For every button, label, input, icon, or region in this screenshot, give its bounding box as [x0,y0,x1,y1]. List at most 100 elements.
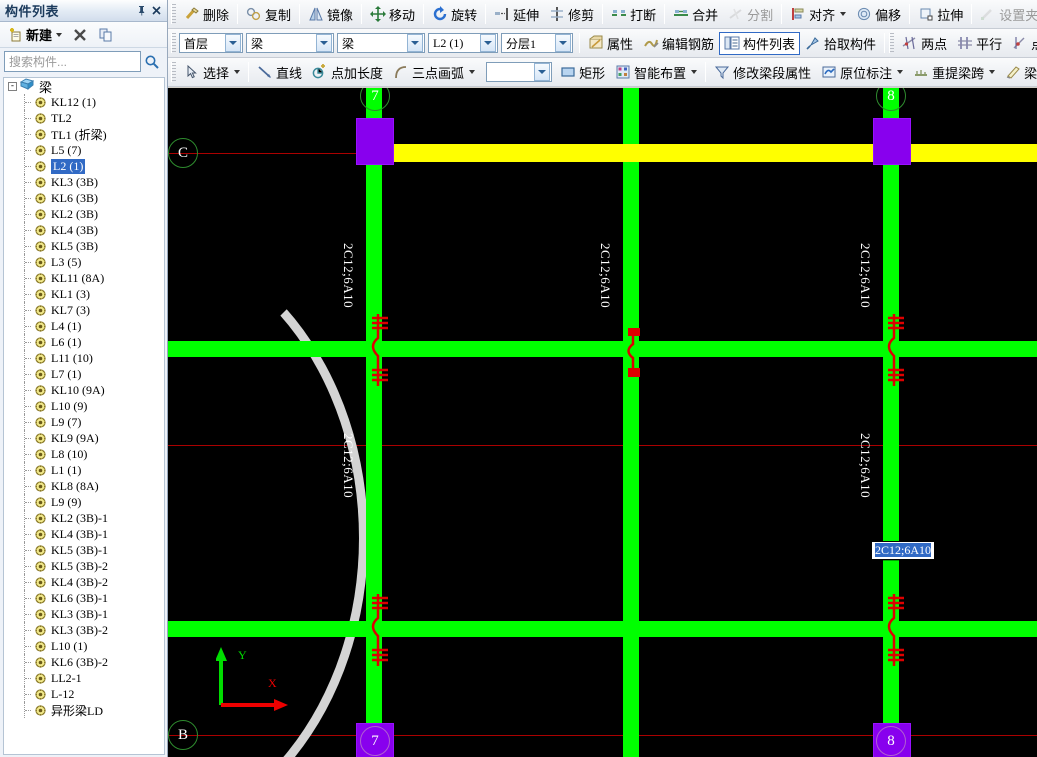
tree-item[interactable]: KL5 (3B) [4,238,164,254]
beam-annotation[interactable]: 2C12;6A10 [857,433,873,498]
grid-bubble-8-top[interactable]: 8 [876,88,906,111]
tree-item[interactable]: KL4 (3B) [4,222,164,238]
tree-item[interactable]: KL8 (8A) [4,478,164,494]
toolbar-button-member-list[interactable]: 构件列表 [719,31,801,55]
chevron-down-icon[interactable] [534,63,551,81]
tree-item[interactable]: KL4 (3B)-2 [4,574,164,590]
tree-item[interactable]: L9 (7) [4,414,164,430]
grid-bubble-c[interactable]: C [168,138,198,168]
grid-bubble-7-bottom[interactable]: 7 [360,726,390,756]
tree-item[interactable]: KL5 (3B)-1 [4,542,164,558]
toolbar-button-edit-beam-seg[interactable]: 修改梁段属性 [709,61,816,84]
tree-item[interactable]: KL9 (9A) [4,430,164,446]
toolbar-button-point-length[interactable]: 点加长度 [307,61,388,84]
toolbar-button-in-place-annotation[interactable]: 原位标注 [816,61,908,84]
column-8-c[interactable] [873,118,911,165]
toolbar-button-align[interactable]: 对齐 [785,3,851,26]
beam-highlighted-selected[interactable] [366,144,1037,162]
toolbar-button-parallel[interactable]: 平行 [952,32,1007,55]
grid-bubble-b[interactable]: B [168,720,198,750]
toolbar-button-move[interactable]: 移动 [365,3,420,26]
delete-member-button[interactable] [68,24,92,45]
chevron-down-icon[interactable] [840,12,847,16]
chevron-down-icon[interactable] [316,34,332,52]
tree-item[interactable]: KL12 (1) [4,94,164,110]
tree-item[interactable]: TL1 (折梁) [4,126,164,142]
toolbar-button-pick-member[interactable]: 拾取构件 [800,32,881,55]
chevron-down-icon[interactable] [555,34,571,52]
tree-item[interactable]: L1 (1) [4,462,164,478]
chevron-down-icon[interactable] [897,70,904,74]
combo-subcategory[interactable]: 梁 [337,33,425,53]
new-member-button[interactable]: 新建 [4,24,66,45]
combo-draw-style[interactable] [486,62,553,82]
toolbar-button-properties[interactable]: 属性 [583,32,638,55]
chevron-down-icon[interactable] [480,34,496,52]
toolbar-button-point-angle[interactable]: 点角 [1007,32,1037,55]
tree-item[interactable]: LL2-1 [4,670,164,686]
tree-item[interactable]: 异形梁LD [4,702,164,718]
toolbar-button-stretch[interactable]: 拉伸 [913,3,968,26]
toolbar-button-mirror[interactable]: 镜像 [303,3,358,26]
combo-layer[interactable]: 分层1 [501,33,573,53]
tree-item[interactable]: L9 (9) [4,494,164,510]
grid-bubble-7-top[interactable]: 7 [360,88,390,111]
grid-bubble-8-bottom[interactable]: 8 [876,726,906,756]
tree-item[interactable]: TL2 [4,110,164,126]
tree-item[interactable]: KL6 (3B)-1 [4,590,164,606]
toolbar-button-select-arrow[interactable]: 选择 [179,61,245,84]
combo-category[interactable]: 梁 [246,33,334,53]
tree-item[interactable]: KL3 (3B)-2 [4,622,164,638]
column-7-c[interactable] [356,118,394,165]
toolbar-button-offset[interactable]: 偏移 [851,3,906,26]
tree-item[interactable]: KL11 (8A) [4,270,164,286]
combo-member[interactable]: L2 (1) [428,33,498,53]
search-box[interactable] [4,51,141,72]
inplace-edit-box[interactable]: 2C12;6A10 [871,541,936,560]
chevron-down-icon[interactable] [234,70,241,74]
tree-item[interactable]: KL3 (3B)-1 [4,606,164,622]
toolbar-button-span-data-copy[interactable]: 梁跨数据复制 [1000,61,1037,84]
tree-item[interactable]: L10 (9) [4,398,164,414]
toolbar-button-three-point-arc[interactable]: 三点画弧 [388,61,480,84]
toolbar-button-trim[interactable]: 修剪 [544,3,599,26]
toolbar-grip[interactable] [171,33,176,53]
toolbar-button-rectangle[interactable]: 矩形 [555,61,610,84]
tree-expander[interactable]: - [8,81,17,91]
tree-item[interactable]: KL6 (3B) [4,190,164,206]
pin-icon[interactable] [134,3,149,18]
tree-item[interactable]: L10 (1) [4,638,164,654]
tree-item[interactable]: KL6 (3B)-2 [4,654,164,670]
beam-annotation[interactable]: 2C12;6A10 [340,243,356,308]
tree-item[interactable]: KL4 (3B)-1 [4,526,164,542]
tree-item[interactable]: L11 (10) [4,350,164,366]
toolbar-button-merge[interactable]: 合并 [668,3,723,26]
toolbar-button-smart-layout[interactable]: 智能布置 [610,61,702,84]
tree-item[interactable]: KL2 (3B)-1 [4,510,164,526]
tree-item[interactable]: KL5 (3B)-2 [4,558,164,574]
search-input[interactable] [9,54,136,69]
tree-item[interactable]: L8 (10) [4,446,164,462]
toolbar-button-copy-items[interactable]: 复制 [241,3,296,26]
chevron-down-icon[interactable] [407,34,423,52]
copy-member-button[interactable] [94,24,118,45]
toolbar-button-split[interactable]: 分割 [723,3,778,26]
tree-item[interactable]: L7 (1) [4,366,164,382]
tree-item[interactable]: KL2 (3B) [4,206,164,222]
tree-item[interactable]: KL7 (3) [4,302,164,318]
tree-item[interactable]: KL10 (9A) [4,382,164,398]
close-icon[interactable] [149,3,164,18]
chevron-down-icon[interactable] [469,70,476,74]
combo-floor[interactable]: 首层 [179,33,243,53]
tree-item[interactable]: KL3 (3B) [4,174,164,190]
tree-item[interactable]: L5 (7) [4,142,164,158]
toolbar-button-line[interactable]: 直线 [252,61,307,84]
toolbar-button-delete[interactable]: 删除 [179,3,234,26]
toolbar-grip[interactable] [171,62,176,82]
toolbar-button-re-extract-span[interactable]: 重提梁跨 [908,61,1000,84]
tree-item[interactable]: L3 (5) [4,254,164,270]
toolbar-button-grip-point[interactable]: 设置夹点 [975,3,1037,26]
beam-annotation[interactable]: 2C12;6A10 [857,243,873,308]
tree-root[interactable]: - 梁 [4,78,164,95]
toolbar-button-rotate[interactable]: 旋转 [427,3,482,26]
